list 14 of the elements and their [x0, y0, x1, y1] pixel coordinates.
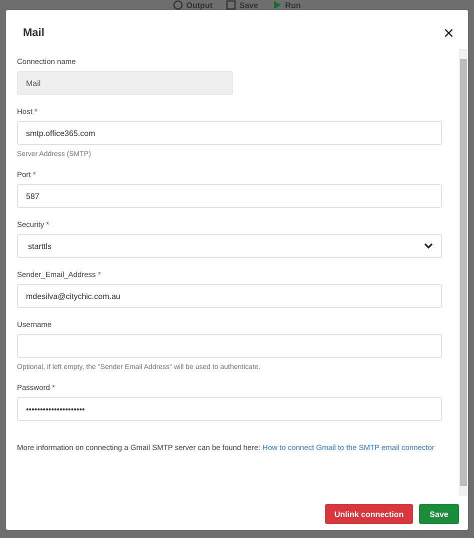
square-icon [226, 0, 236, 10]
input-field[interactable]: 587 [17, 184, 442, 208]
circle-icon [173, 0, 184, 10]
unlink-button[interactable]: Unlink connection [325, 504, 413, 524]
chevron-icon [424, 243, 433, 249]
close-button[interactable]: × [441, 25, 456, 41]
save-button[interactable]: Save [419, 504, 459, 524]
input-field[interactable]: mdesilva@citychic.com.au [17, 284, 442, 308]
scrollbar[interactable] [459, 49, 468, 496]
input-field[interactable]: smtp.office365.com [17, 121, 442, 145]
password-field[interactable]: ••••••••••••••••••••• [17, 397, 442, 421]
input-field[interactable] [17, 334, 442, 358]
select-field[interactable]: starttls [17, 234, 442, 258]
dialog-title: Mail [23, 27, 44, 39]
